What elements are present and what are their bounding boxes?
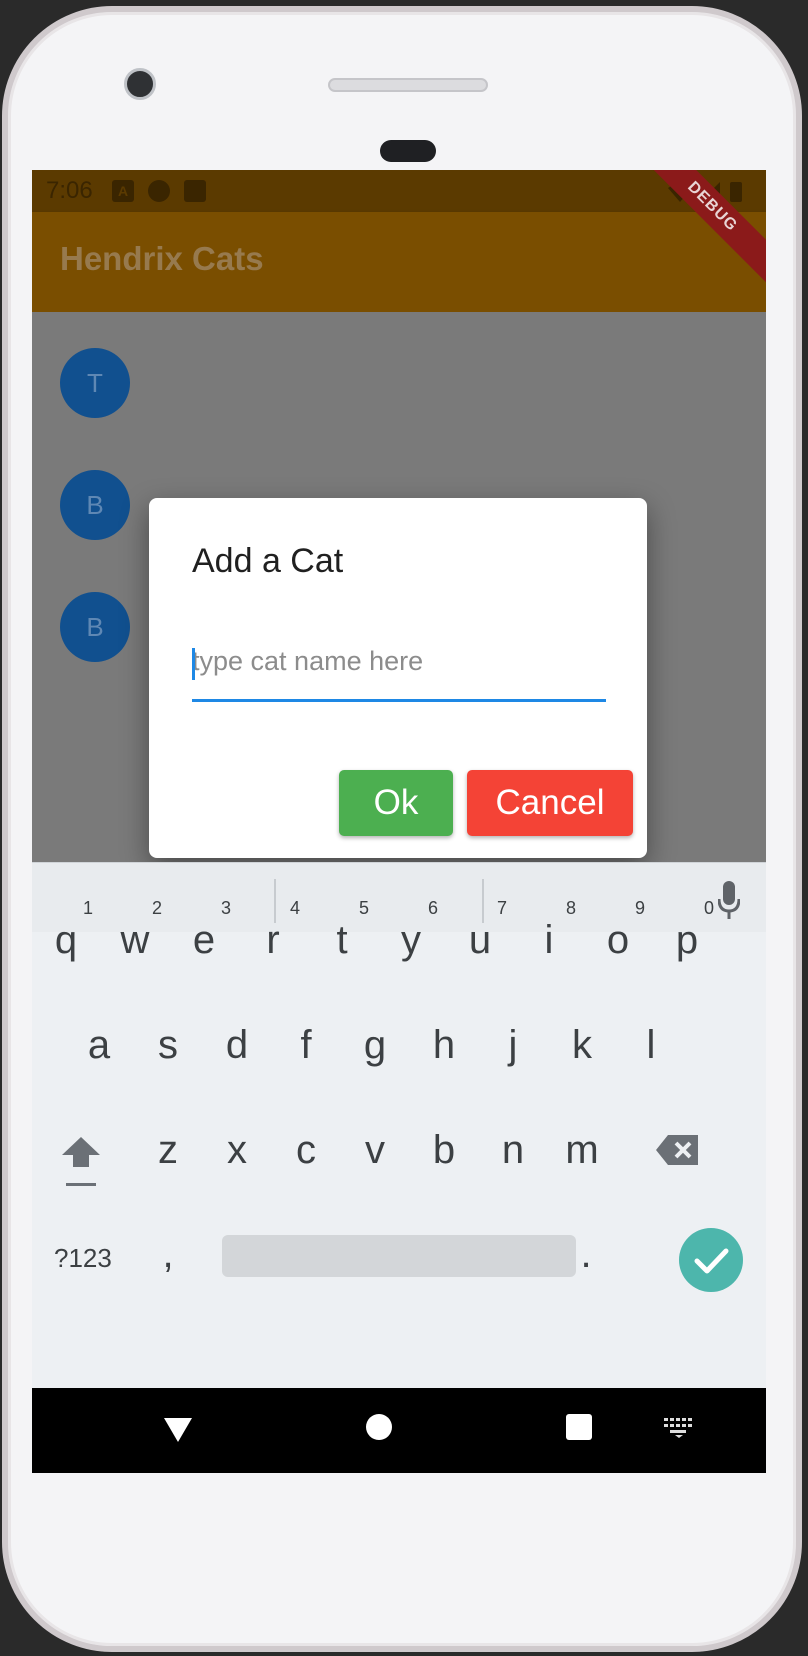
key-p[interactable]: p — [657, 918, 717, 963]
sync-icon — [148, 180, 170, 202]
key-f[interactable]: f — [276, 1023, 336, 1068]
key-y[interactable]: y — [381, 918, 441, 963]
cancel-button[interactable]: Cancel — [467, 770, 633, 836]
space-bar[interactable] — [222, 1235, 576, 1277]
key-o[interactable]: o — [588, 918, 648, 963]
key-g[interactable]: g — [345, 1023, 405, 1068]
cat-name-input[interactable]: type cat name here — [192, 646, 423, 677]
suggestion-divider — [482, 879, 484, 923]
ok-button[interactable]: Ok — [339, 770, 453, 836]
cat-avatar[interactable]: B — [60, 470, 130, 540]
checkmark-icon — [694, 1248, 729, 1274]
key-comma[interactable]: , — [138, 1232, 198, 1277]
front-camera — [124, 68, 156, 100]
backspace-icon[interactable] — [656, 1133, 700, 1167]
home-icon[interactable] — [366, 1414, 392, 1440]
sd-card-icon — [184, 180, 206, 202]
app-title: Hendrix Cats — [60, 240, 264, 277]
key-m[interactable]: m — [552, 1128, 612, 1173]
cat-avatar[interactable]: B — [60, 592, 130, 662]
notification-icon: A — [112, 180, 134, 202]
key-h[interactable]: h — [414, 1023, 474, 1068]
key-r[interactable]: r — [243, 918, 303, 963]
recents-icon[interactable] — [566, 1414, 592, 1440]
key-hint: 4 — [289, 898, 300, 918]
proximity-sensor — [380, 140, 436, 162]
battery-icon — [730, 182, 742, 202]
key-l[interactable]: l — [621, 1023, 681, 1068]
key-v[interactable]: v — [345, 1128, 405, 1173]
enter-key[interactable] — [679, 1228, 743, 1292]
add-cat-dialog: Add a Cat type cat name here Ok Cancel — [149, 498, 647, 858]
status-bar: 7:06 A — [32, 170, 766, 212]
key-q[interactable]: q — [36, 918, 96, 963]
key-w[interactable]: w — [105, 918, 165, 963]
key-t[interactable]: t — [312, 918, 372, 963]
keyboard-switch-icon[interactable] — [664, 1418, 694, 1438]
key-hint: 2 — [151, 898, 162, 918]
cat-avatar[interactable]: T — [60, 348, 130, 418]
key-n[interactable]: n — [483, 1128, 543, 1173]
input-underline — [192, 699, 606, 702]
suggestion-divider — [274, 879, 276, 923]
app-bar: Hendrix Cats — [32, 212, 766, 312]
key-j[interactable]: j — [483, 1023, 543, 1068]
dialog-title: Add a Cat — [192, 542, 344, 580]
text-cursor — [192, 648, 195, 680]
key-period[interactable]: . — [556, 1232, 616, 1277]
shift-icon[interactable] — [60, 1135, 102, 1187]
key-hint: 9 — [634, 898, 645, 918]
microphone-icon[interactable] — [718, 881, 740, 921]
key-hint: 0 — [703, 898, 714, 918]
key-e[interactable]: e — [174, 918, 234, 963]
status-time: 7:06 — [46, 177, 93, 204]
key-i[interactable]: i — [519, 918, 579, 963]
earpiece-speaker — [328, 78, 488, 92]
key-x[interactable]: x — [207, 1128, 267, 1173]
key-z[interactable]: z — [138, 1128, 198, 1173]
key-hint: 1 — [82, 898, 93, 918]
key-s[interactable]: s — [138, 1023, 198, 1068]
device-screen: 7:06 A Hendrix Cats T B B + Add a Cat ty… — [32, 170, 766, 1473]
key-hint: 6 — [427, 898, 438, 918]
key-c[interactable]: c — [276, 1128, 336, 1173]
key-hint: 8 — [565, 898, 576, 918]
key-k[interactable]: k — [552, 1023, 612, 1068]
key-hint: 7 — [496, 898, 507, 918]
key-hint: 5 — [358, 898, 369, 918]
key-b[interactable]: b — [414, 1128, 474, 1173]
back-icon[interactable] — [162, 1414, 194, 1444]
key-u[interactable]: u — [450, 918, 510, 963]
key-hint: 3 — [220, 898, 231, 918]
symbols-key[interactable]: ?123 — [54, 1243, 112, 1274]
key-d[interactable]: d — [207, 1023, 267, 1068]
navigation-bar — [32, 1388, 766, 1473]
key-a[interactable]: a — [69, 1023, 129, 1068]
